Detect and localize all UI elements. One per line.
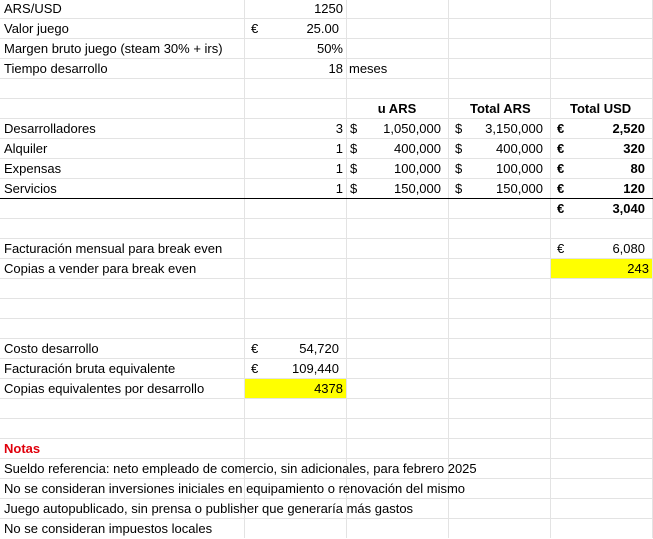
breakeven-copies-value[interactable]: 243 bbox=[550, 259, 649, 279]
param-label[interactable]: Tiempo desarrollo bbox=[4, 59, 108, 79]
cost-total-usd[interactable]: 3,040 bbox=[550, 199, 645, 219]
breakeven-copies-label[interactable]: Copias a vender para break even bbox=[4, 259, 196, 279]
grid-line bbox=[0, 438, 653, 439]
breakeven-monthly-label[interactable]: Facturación mensual para break even bbox=[4, 239, 222, 259]
note-item[interactable]: No se consideran impuestos locales bbox=[4, 519, 212, 539]
cost-row-total-usd[interactable]: 320 bbox=[550, 139, 645, 159]
param-label[interactable]: ARS/USD bbox=[4, 0, 62, 19]
param-label[interactable]: Margen bruto juego (steam 30% + irs) bbox=[4, 39, 223, 59]
cost-row-label[interactable]: Servicios bbox=[4, 179, 57, 199]
cost-row-qty[interactable]: 1 bbox=[244, 159, 343, 179]
notes-title[interactable]: Notas bbox=[4, 439, 40, 459]
note-item[interactable]: No se consideran inversiones iniciales e… bbox=[4, 479, 465, 499]
cost-row-qty[interactable]: 1 bbox=[244, 139, 343, 159]
cost-row-total-usd[interactable]: 2,520 bbox=[550, 119, 645, 139]
grid-line bbox=[0, 318, 653, 319]
dev-row-value[interactable]: 109,440 bbox=[244, 359, 339, 379]
breakeven-monthly-value[interactable]: 6,080 bbox=[550, 239, 645, 259]
cost-row-label[interactable]: Desarrolladores bbox=[4, 119, 96, 139]
dev-row-value[interactable]: 4378 bbox=[244, 379, 343, 399]
cost-row-u-ars[interactable]: 1,050,000 bbox=[346, 119, 441, 139]
cost-row-total-ars[interactable]: 400,000 bbox=[448, 139, 543, 159]
header-u-ars[interactable]: u ARS bbox=[346, 99, 448, 119]
cost-row-total-usd[interactable]: 120 bbox=[550, 179, 645, 199]
dev-row-label[interactable]: Copias equivalentes por desarrollo bbox=[4, 379, 204, 399]
cost-row-label[interactable]: Alquiler bbox=[4, 139, 47, 159]
header-total-ars[interactable]: Total ARS bbox=[470, 99, 531, 119]
spreadsheet-grid: ARS/USD 1250 Valor juego € 25.00 Margen … bbox=[0, 0, 653, 538]
param-value[interactable]: 50% bbox=[244, 39, 343, 59]
grid-line bbox=[0, 98, 653, 99]
grid-line bbox=[0, 298, 653, 299]
cost-row-total-ars[interactable]: 100,000 bbox=[448, 159, 543, 179]
dev-row-label[interactable]: Costo desarrollo bbox=[4, 339, 99, 359]
cost-row-label[interactable]: Expensas bbox=[4, 159, 61, 179]
cost-row-total-usd[interactable]: 80 bbox=[550, 159, 645, 179]
param-label[interactable]: Valor juego bbox=[4, 19, 69, 39]
note-item[interactable]: Sueldo referencia: neto empleado de come… bbox=[4, 459, 477, 479]
cost-row-u-ars[interactable]: 400,000 bbox=[346, 139, 441, 159]
grid-line bbox=[0, 418, 653, 419]
dev-row-value[interactable]: 54,720 bbox=[244, 339, 339, 359]
cost-row-total-ars[interactable]: 3,150,000 bbox=[448, 119, 543, 139]
cost-row-total-ars[interactable]: 150,000 bbox=[448, 179, 543, 199]
dev-row-label[interactable]: Facturación bruta equivalente bbox=[4, 359, 175, 379]
cost-row-qty[interactable]: 1 bbox=[244, 179, 343, 199]
param-value[interactable]: 25.00 bbox=[244, 19, 339, 39]
note-item[interactable]: Juego autopublicado, sin prensa o publis… bbox=[4, 499, 413, 519]
cost-row-qty[interactable]: 3 bbox=[244, 119, 343, 139]
param-unit[interactable]: meses bbox=[349, 59, 387, 79]
header-total-usd[interactable]: Total USD bbox=[570, 99, 631, 119]
param-value[interactable]: 1250 bbox=[244, 0, 343, 19]
cost-row-u-ars[interactable]: 150,000 bbox=[346, 179, 441, 199]
param-value[interactable]: 18 bbox=[244, 59, 343, 79]
cost-row-u-ars[interactable]: 100,000 bbox=[346, 159, 441, 179]
